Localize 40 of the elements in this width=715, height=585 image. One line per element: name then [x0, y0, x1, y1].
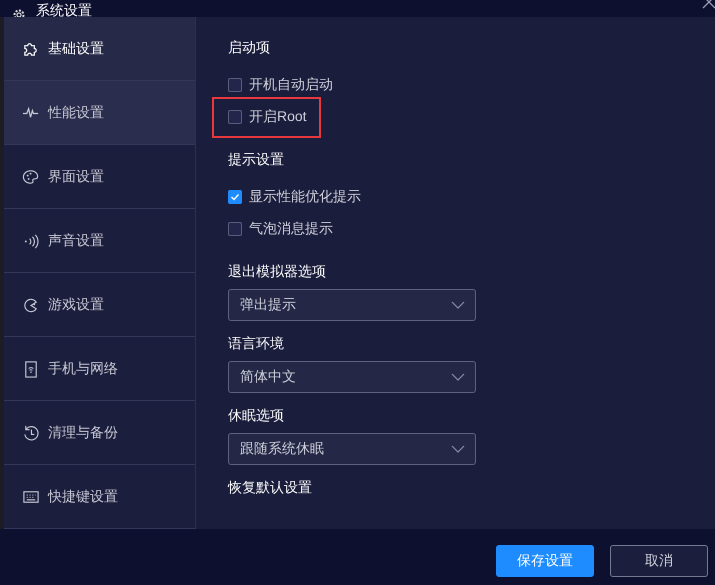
- phone-wifi-icon: [22, 360, 40, 378]
- sidebar-item[interactable]: 游戏设置: [4, 273, 195, 337]
- option-label: 开机自动启动: [249, 76, 333, 94]
- dropdown[interactable]: 弹出提示: [228, 289, 476, 321]
- option-label: 气泡消息提示: [249, 220, 333, 238]
- sidebar-item[interactable]: 性能设置: [4, 81, 195, 145]
- dropdown[interactable]: 简体中文: [228, 361, 476, 393]
- checkbox[interactable]: [228, 78, 242, 92]
- sidebar-item[interactable]: 手机与网络: [4, 337, 195, 401]
- checkbox[interactable]: [228, 190, 242, 204]
- section-heading: 提示设置: [228, 150, 285, 169]
- checkbox[interactable]: [228, 110, 242, 124]
- pacman-icon: [22, 296, 40, 314]
- option-label: 显示性能优化提示: [249, 188, 361, 206]
- checkbox[interactable]: [228, 222, 242, 236]
- section-heading[interactable]: 恢复默认设置: [228, 477, 715, 497]
- checkbox-option[interactable]: 开机自动启动: [228, 71, 333, 99]
- section-heading: 退出模拟器选项: [228, 262, 327, 281]
- window-title: 系统设置: [36, 1, 92, 17]
- checkbox-option[interactable]: 显示性能优化提示: [228, 183, 361, 211]
- option-label: 开启Root: [249, 108, 307, 126]
- chevron-icon: [451, 301, 465, 309]
- check-icon: [230, 192, 240, 202]
- section-heading: 休眠选项: [228, 406, 285, 425]
- checkbox-option[interactable]: 气泡消息提示: [228, 215, 333, 243]
- sidebar-item[interactable]: 快捷键设置: [4, 465, 195, 529]
- section-heading: 启动项: [228, 38, 271, 57]
- sidebar-item[interactable]: 声音设置: [4, 209, 195, 273]
- cancel-button[interactable]: 取消: [610, 545, 708, 577]
- sidebar-item[interactable]: 基础设置: [4, 17, 195, 81]
- dropdown[interactable]: 跟随系统休眠: [228, 433, 476, 465]
- chevron-icon: [451, 445, 465, 453]
- sound-icon: [22, 232, 40, 250]
- palette-icon: [22, 168, 40, 186]
- sidebar-item[interactable]: 清理与备份: [4, 401, 195, 465]
- history-icon: [22, 424, 40, 442]
- sidebar-item[interactable]: 界面设置: [4, 145, 195, 209]
- section-heading: 语言环境: [228, 334, 285, 353]
- highlighted-option[interactable]: 开启Root: [214, 98, 319, 136]
- chevron-icon: [451, 373, 465, 381]
